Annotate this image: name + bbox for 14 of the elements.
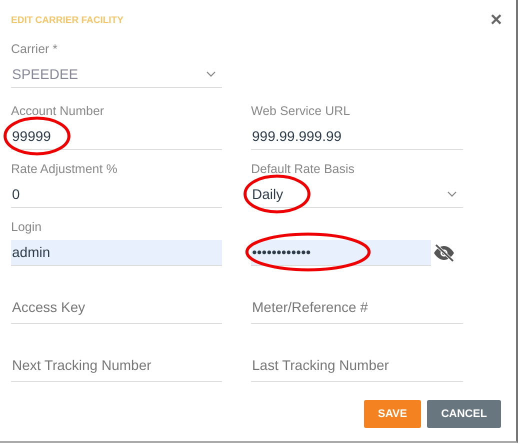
field-label: Default Rate Basis: [251, 162, 356, 176]
field-label: Carrier *: [11, 42, 59, 56]
caret-icon: [447, 190, 457, 196]
dialog-title: EDIT CARRIER FACILITY: [11, 14, 124, 26]
input-field[interactable]: admin: [11, 240, 222, 266]
eye-slash-icon[interactable]: [433, 244, 455, 262]
field-label: Account Number: [11, 104, 106, 118]
close-button[interactable]: ×: [488, 10, 504, 30]
field-label: Rate Adjustment %: [11, 162, 118, 176]
field-label: Web Service URL: [251, 104, 352, 118]
cancel-button[interactable]: CANCEL: [427, 400, 501, 428]
caret-icon: [206, 70, 216, 76]
password-field[interactable]: ••••••••••••: [251, 240, 431, 266]
field-label: Login: [11, 220, 43, 234]
